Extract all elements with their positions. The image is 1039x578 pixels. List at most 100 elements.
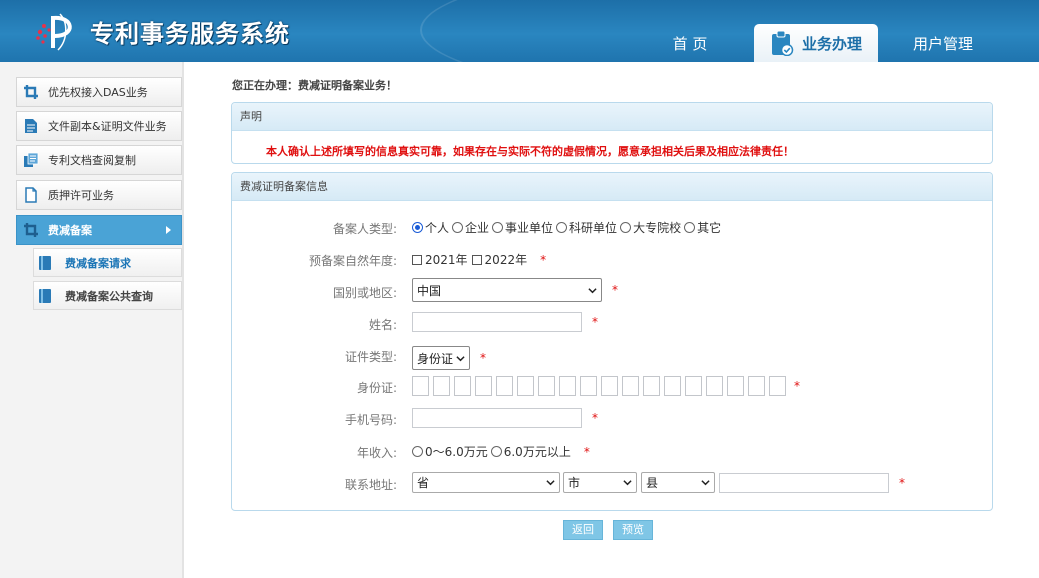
id-digit-input[interactable] (496, 376, 513, 396)
income-radio-group: 0～6.0万元 6.0万元以上 * (412, 443, 590, 460)
radio-icon (620, 222, 632, 233)
id-type-field: 身份证 * (412, 346, 486, 370)
declaration-panel: 声明 本人确认上述所填写的信息真实可靠，如果存在与实际不符的虚假情况，愿意承担相… (231, 102, 993, 164)
id-digit-input[interactable] (454, 376, 471, 396)
id-digit-input[interactable] (601, 376, 618, 396)
sidebar-subitem-public-query[interactable]: 费减备案公共查询 (33, 281, 182, 310)
radio-icon (452, 222, 464, 233)
income-label: 年收入: (356, 446, 397, 460)
sidebar-subitem-fee-request[interactable]: 费减备案请求 (33, 248, 182, 277)
applicant-type-option-research[interactable]: 科研单位 (556, 219, 617, 236)
required-mark: * (794, 379, 800, 393)
income-option-low[interactable]: 0～6.0万元 (412, 443, 488, 460)
id-digit-input[interactable] (622, 376, 639, 396)
option-label: 2022年 (484, 253, 528, 267)
id-type-select-value: 身份证 (417, 351, 454, 366)
applicant-type-label: 备案人类型: (332, 222, 397, 236)
nav-users[interactable]: 用户管理 (896, 24, 990, 62)
nav-home[interactable]: 首 页 (650, 24, 730, 62)
radio-icon (490, 446, 502, 457)
name-input[interactable] (412, 312, 582, 332)
form-panel: 费减证明备案信息 备案人类型: 个人 企业 事业单位 科研单位 大专院校 其它 … (231, 172, 993, 511)
year-label: 预备案自然年度: (308, 254, 397, 268)
required-mark: * (540, 252, 547, 267)
address-detail-input[interactable] (719, 472, 889, 493)
id-digit-input[interactable] (727, 376, 744, 396)
chevron-down-icon (701, 480, 710, 486)
book-icon (39, 288, 51, 303)
id-digit-input[interactable] (685, 376, 702, 396)
year-option-2021[interactable]: 2021年 (412, 251, 468, 268)
id-digit-input[interactable] (580, 376, 597, 396)
id-digit-input[interactable] (433, 376, 450, 396)
id-type-select[interactable]: 身份证 (412, 346, 470, 370)
sidebar-item-pledge[interactable]: 质押许可业务 (16, 180, 182, 210)
sidebar-item-das[interactable]: 优先权接入DAS业务 (16, 77, 182, 107)
chevron-down-icon (546, 480, 555, 486)
county-select[interactable]: 县 (641, 472, 715, 493)
option-label: 大专院校 (633, 221, 682, 235)
back-button[interactable]: 返回 (563, 520, 603, 540)
option-label: 个人 (425, 221, 450, 235)
name-label: 姓名: (368, 318, 397, 332)
year-checkbox-group: 2021年 2022年 * (412, 251, 546, 268)
checkbox-icon (471, 254, 482, 265)
income-option-high[interactable]: 6.0万元以上 (490, 443, 571, 460)
app-title: 专利事务服务系统 (90, 20, 290, 48)
option-label: 事业单位 (505, 221, 554, 235)
applicant-type-option-college[interactable]: 大专院校 (620, 219, 681, 236)
sidebar-item-label: 质押许可业务 (48, 189, 114, 202)
id-digit-input[interactable] (538, 376, 555, 396)
preview-button[interactable]: 预览 (613, 520, 653, 540)
phone-input[interactable] (412, 408, 582, 428)
city-select[interactable]: 市 (563, 472, 637, 493)
phone-field: * (412, 408, 598, 428)
id-digit-input[interactable] (517, 376, 534, 396)
radio-icon (684, 222, 696, 233)
checkbox-icon (412, 254, 422, 265)
option-label: 企业 (465, 221, 490, 235)
id-digit-input[interactable] (748, 376, 765, 396)
country-field: 中国 * (412, 278, 618, 302)
id-digit-input[interactable] (664, 376, 681, 396)
option-label: 2021年 (425, 253, 468, 267)
id-digit-input[interactable] (559, 376, 576, 396)
id-digit-input[interactable] (769, 376, 786, 396)
country-label: 国别或地区: (332, 286, 397, 300)
applicant-type-option-enterprise[interactable]: 企业 (452, 219, 489, 236)
id-type-label: 证件类型: (344, 350, 397, 364)
id-digit-input[interactable] (706, 376, 723, 396)
required-mark: * (612, 283, 618, 297)
form-panel-title: 费减证明备案信息 (232, 173, 992, 201)
nav-business[interactable]: 业务办理 (754, 24, 878, 62)
sidebar-subitem-label: 费减备案请求 (65, 256, 131, 270)
nav-home-label: 首 页 (672, 34, 708, 53)
name-field: * (412, 312, 598, 332)
required-mark: * (592, 315, 598, 329)
id-digit-input[interactable] (475, 376, 492, 396)
applicant-type-option-individual[interactable]: 个人 (412, 219, 449, 236)
province-select-value: 省 (417, 476, 430, 490)
sidebar-item-fee-reduction[interactable]: 费减备案 (16, 215, 182, 245)
sidebar-subitem-label: 费减备案公共查询 (65, 289, 153, 303)
crop-icon (24, 85, 38, 99)
applicant-type-option-institution[interactable]: 事业单位 (492, 219, 553, 236)
sidebar-item-file-copy[interactable]: 文件副本&证明文件业务 (16, 111, 182, 141)
crop-icon (24, 223, 38, 237)
status-text: 您正在办理：费减证明备案业务！ (232, 79, 397, 92)
id-digit-input[interactable] (412, 376, 429, 396)
required-mark: * (592, 411, 598, 425)
id-digit-input[interactable] (643, 376, 660, 396)
declaration-panel-title: 声明 (232, 103, 992, 131)
sidebar-item-label: 优先权接入DAS业务 (48, 86, 148, 99)
file-icon (25, 187, 37, 203)
sidebar-item-label: 文件副本&证明文件业务 (48, 120, 167, 133)
radio-icon (412, 446, 423, 457)
year-option-2022[interactable]: 2022年 (471, 251, 528, 268)
applicant-type-option-other[interactable]: 其它 (684, 219, 721, 236)
sidebar-item-doc-review[interactable]: 专利文档查阅复制 (16, 145, 182, 175)
option-label: 其它 (697, 221, 722, 235)
expand-arrow-icon (166, 226, 171, 234)
country-select[interactable]: 中国 (412, 278, 602, 302)
province-select[interactable]: 省 (412, 472, 560, 493)
